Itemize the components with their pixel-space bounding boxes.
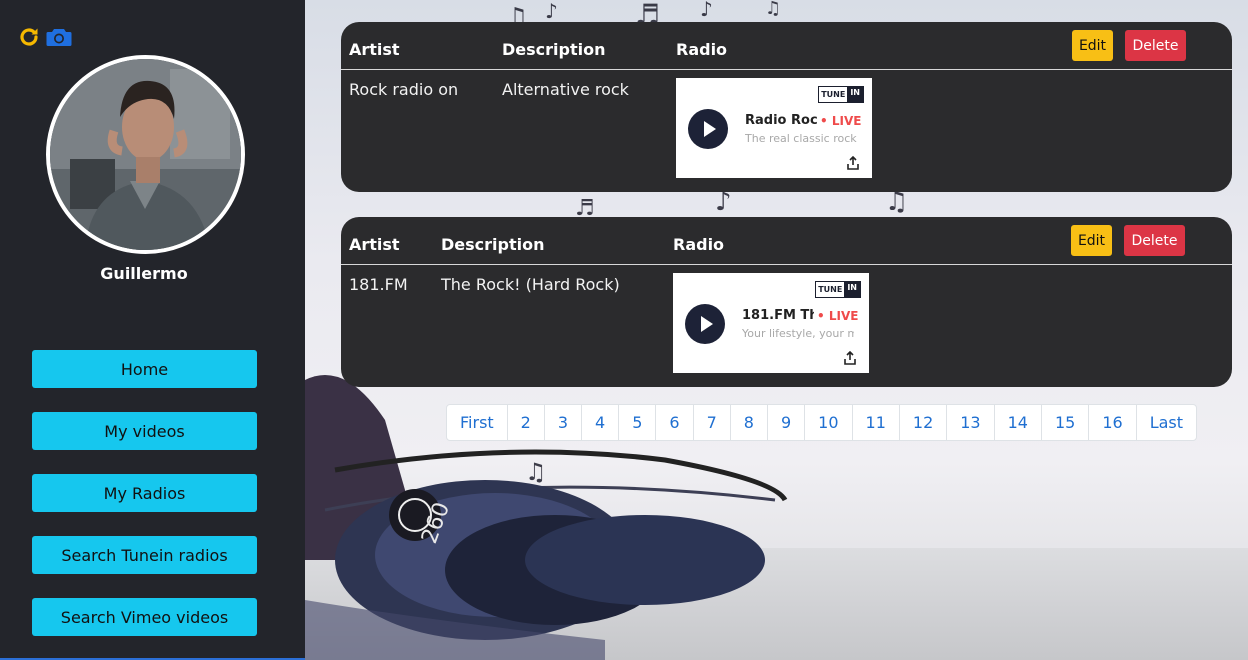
refresh-icon[interactable]	[16, 24, 42, 50]
page-11[interactable]: 11	[853, 405, 900, 440]
page-7[interactable]: 7	[694, 405, 731, 440]
radio-header: Radio	[673, 235, 725, 254]
avatar	[46, 55, 245, 254]
sidebar: Guillermo Home My videos My Radios Searc…	[0, 0, 305, 660]
page-16[interactable]: 16	[1089, 405, 1137, 440]
page-6[interactable]: 6	[656, 405, 694, 440]
tunein-widget: TUNE IN 181.FM The • LIVE Your lifestyle…	[673, 273, 869, 373]
header-divider	[341, 264, 1232, 265]
page-5[interactable]: 5	[619, 405, 657, 440]
camera-icon[interactable]	[46, 24, 72, 50]
radio-header: Radio	[676, 40, 728, 59]
username: Guillermo	[100, 264, 188, 283]
description-cell: The Rock! (Hard Rock)	[441, 275, 620, 294]
nav-search-vimeo-button[interactable]: Search Vimeo videos	[32, 598, 257, 636]
share-icon[interactable]	[843, 351, 857, 365]
nav-my-radios-button[interactable]: My Radios	[32, 474, 257, 512]
page-first[interactable]: First	[447, 405, 508, 440]
page-10[interactable]: 10	[805, 405, 853, 440]
svg-text:♪: ♪	[545, 0, 558, 23]
edit-button[interactable]: Edit	[1072, 30, 1113, 61]
delete-button[interactable]: Delete	[1124, 225, 1185, 256]
page-15[interactable]: 15	[1042, 405, 1090, 440]
station-name: Radio Rock	[745, 113, 817, 128]
tunein-widget: TUNE IN Radio Rock • LIVE The real class…	[676, 78, 872, 178]
tunein-logo[interactable]: TUNE IN	[815, 281, 861, 298]
page-8[interactable]: 8	[731, 405, 768, 440]
pagination: First 2 3 4 5 6 7 8 9 10 11 12 13 14 15 …	[446, 404, 1198, 441]
delete-button[interactable]: Delete	[1125, 30, 1186, 61]
artist-header: Artist	[349, 235, 400, 254]
play-icon[interactable]	[688, 109, 728, 149]
share-icon[interactable]	[846, 156, 860, 170]
station-tagline: Your lifestyle, your mu	[742, 327, 854, 340]
tunein-logo[interactable]: TUNE IN	[818, 86, 864, 103]
page-3[interactable]: 3	[545, 405, 583, 440]
live-badge: • LIVE	[820, 114, 862, 128]
page-14[interactable]: 14	[995, 405, 1042, 440]
edit-button[interactable]: Edit	[1071, 225, 1112, 256]
artist-cell: 181.FM	[349, 275, 408, 294]
station-name: 181.FM The	[742, 308, 814, 323]
page-4[interactable]: 4	[582, 405, 620, 440]
nav-my-videos-button[interactable]: My videos	[32, 412, 257, 450]
station-tagline: The real classic rock s	[745, 132, 857, 145]
header-divider	[341, 69, 1232, 70]
play-icon[interactable]	[685, 304, 725, 344]
sidebar-toolbar	[16, 24, 72, 50]
page-12[interactable]: 12	[900, 405, 948, 440]
page-9[interactable]: 9	[768, 405, 806, 440]
live-badge: • LIVE	[817, 309, 859, 323]
svg-text:♫: ♫	[765, 0, 781, 19]
artist-header: Artist	[349, 40, 400, 59]
page-13[interactable]: 13	[947, 405, 995, 440]
nav-home-button[interactable]: Home	[32, 350, 257, 388]
description-cell: Alternative rock	[502, 80, 629, 99]
page-2[interactable]: 2	[508, 405, 545, 440]
svg-text:♫: ♫	[525, 458, 547, 486]
svg-text:♪: ♪	[700, 0, 713, 21]
artist-cell: Rock radio on	[349, 80, 459, 99]
description-header: Description	[502, 40, 606, 59]
radio-card-1: Artist Description Radio Edit Delete Roc…	[341, 22, 1232, 192]
radio-card-2: Artist Description Radio Edit Delete 181…	[341, 217, 1232, 387]
page-last[interactable]: Last	[1137, 405, 1196, 440]
description-header: Description	[441, 235, 545, 254]
nav-search-tunein-button[interactable]: Search Tunein radios	[32, 536, 257, 574]
